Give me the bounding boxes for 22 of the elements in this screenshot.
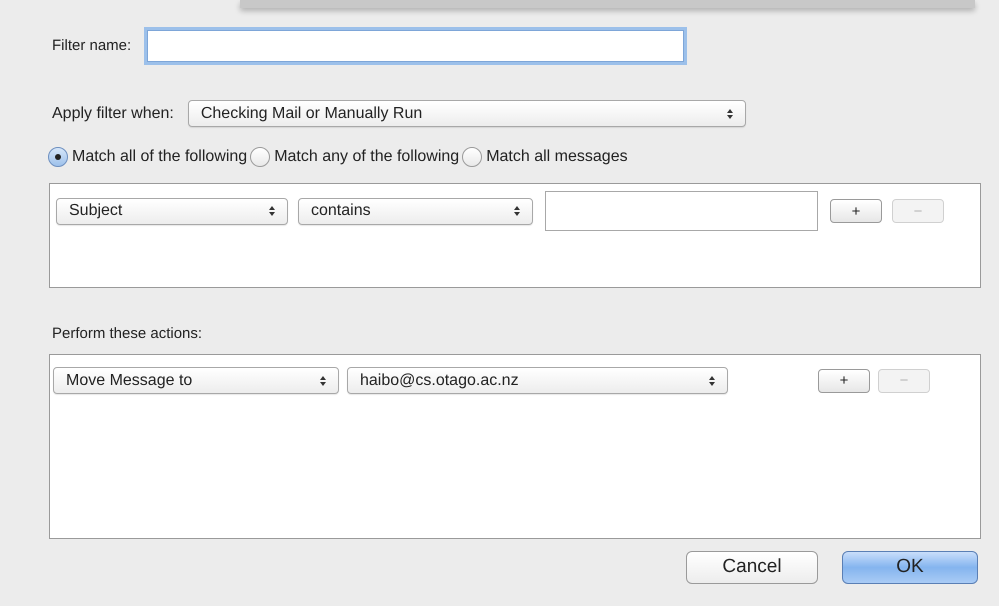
apply-filter-select[interactable]: Checking Mail or Manually Run (188, 100, 746, 127)
match-radio[interactable]: Match any of the following (250, 145, 460, 169)
field-select[interactable]: Subject (56, 198, 288, 224)
stepper-arrows-icon (269, 206, 275, 216)
apply-filter-label: Apply filter when: (52, 104, 174, 124)
operator-select[interactable]: contains (298, 198, 533, 224)
dialog-button[interactable]: Cancel (686, 551, 818, 584)
filter-name-label: Filter name: (52, 36, 132, 56)
match-radio[interactable]: Match all messages (462, 145, 628, 169)
stepper-arrows-icon (709, 376, 715, 386)
mailbox-select[interactable]: haibo@cs.otago.ac.nz (347, 367, 728, 394)
action-select[interactable]: Move Message to (53, 367, 339, 394)
stepper-arrows-icon (320, 376, 326, 386)
add-condition-button[interactable]: + (830, 199, 882, 223)
match-radio[interactable]: Match all of the following (48, 145, 248, 169)
filter-name-field[interactable] (147, 30, 684, 62)
stepper-arrows-icon (514, 206, 520, 216)
actions-label: Perform these actions: (52, 325, 202, 342)
dialog-button[interactable]: OK (842, 551, 978, 584)
add-action-button[interactable]: + (818, 368, 870, 392)
stepper-arrows-icon (726, 108, 733, 118)
condition-value-field[interactable] (545, 191, 818, 231)
